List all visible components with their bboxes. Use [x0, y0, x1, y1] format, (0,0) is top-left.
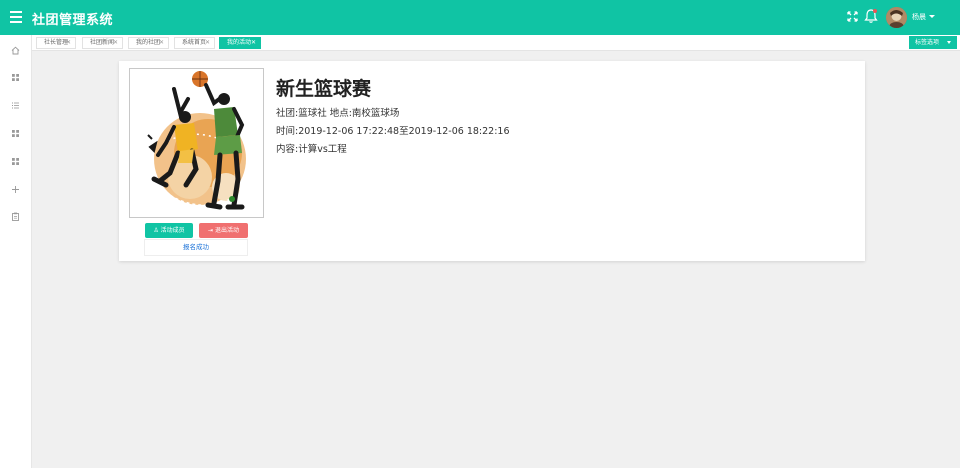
home-icon[interactable]: [11, 46, 20, 55]
event-club-location: 社团:篮球社 地点:南校篮球场: [276, 108, 400, 119]
chevron-down-icon[interactable]: [929, 15, 935, 18]
apps-icon[interactable]: [11, 73, 20, 82]
tab-label: 我的活动: [227, 39, 252, 46]
notification-dot: [873, 9, 877, 13]
tab-options-button[interactable]: 标签选项: [909, 36, 957, 49]
tab-system-home[interactable]: 系统首页 ✕: [174, 37, 215, 49]
plus-icon[interactable]: [11, 185, 20, 194]
tab-label: 社长管理: [44, 39, 69, 46]
close-icon[interactable]: ✕: [251, 38, 256, 48]
event-time: 时间:2019-12-06 17:22:48至2019-12-06 18:22:…: [276, 126, 510, 137]
menu-toggle-icon[interactable]: [10, 11, 22, 23]
event-poster-image: [129, 68, 264, 218]
user-name[interactable]: 杨晨: [912, 12, 926, 22]
tab-club-news[interactable]: 社团新闻 ✕: [82, 37, 123, 49]
event-content: 内容:计算vs工程: [276, 144, 347, 155]
avatar[interactable]: [886, 7, 907, 28]
quit-activity-label: 退出活动: [214, 227, 239, 234]
quit-activity-button[interactable]: ⇥ 退出活动: [199, 223, 248, 238]
tab-label: 我的社团: [136, 39, 161, 46]
app-title: 社团管理系统: [32, 13, 114, 28]
tab-my-clubs[interactable]: 我的社团 ✕: [128, 37, 169, 49]
close-icon[interactable]: ✕: [159, 38, 164, 48]
tab-bar: 社长管理 ✕ 社团新闻 ✕ 我的社团 ✕ 系统首页 ✕ 我的活动 ✕: [32, 35, 960, 51]
activity-members-label: 活动成员: [160, 227, 185, 234]
tab-options-label: 标签选项: [915, 39, 940, 46]
apps-icon[interactable]: [11, 129, 20, 138]
event-title: 新生篮球赛: [276, 78, 372, 100]
list-icon[interactable]: [11, 101, 20, 110]
sidebar: [0, 35, 32, 468]
fullscreen-icon[interactable]: [847, 11, 858, 22]
close-icon[interactable]: ✕: [66, 38, 71, 48]
activity-card: ♙ 活动成员 ⇥ 退出活动 报名成功 新生篮球赛 社团:篮球社 地点:南校篮球场…: [119, 61, 865, 261]
top-header: 社团管理系统 杨晨: [0, 0, 960, 35]
apps-icon[interactable]: [11, 157, 20, 166]
activity-members-button[interactable]: ♙ 活动成员: [145, 223, 193, 238]
tab-label: 社团新闻: [90, 39, 115, 46]
exit-icon: ⇥: [208, 227, 214, 234]
close-icon[interactable]: ✕: [205, 38, 210, 48]
tab-label: 系统首页: [182, 39, 207, 46]
user-icon: ♙: [153, 227, 159, 234]
clipboard-icon[interactable]: [11, 212, 20, 221]
chevron-down-icon: [947, 41, 951, 44]
signup-status: 报名成功: [144, 239, 248, 256]
tab-club-leader-admin[interactable]: 社长管理 ✕: [36, 37, 76, 49]
tab-my-activities[interactable]: 我的活动 ✕: [219, 37, 261, 49]
close-icon[interactable]: ✕: [113, 38, 118, 48]
